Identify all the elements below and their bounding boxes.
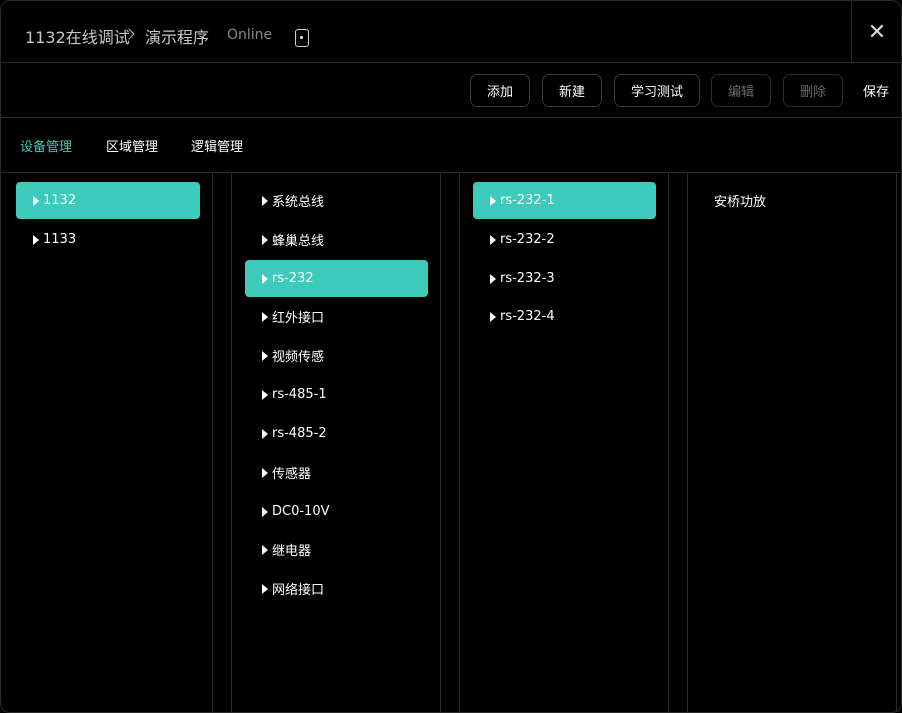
caret-right-icon — [262, 234, 268, 245]
interface-item[interactable]: 传感器 — [245, 454, 428, 491]
device-icon[interactable] — [295, 29, 309, 47]
caret-right-icon — [262, 350, 268, 361]
interface-item[interactable]: 视频传感 — [245, 337, 428, 374]
close-icon: ✕ — [867, 19, 887, 45]
interface-label: rs-232 — [272, 271, 314, 286]
caret-right-icon — [490, 234, 496, 245]
caret-right-icon — [490, 195, 496, 206]
interface-panel: 系统总线 蜂巢总线 rs-232 红外接口 视频传感 rs-485-1 rs-4… — [232, 173, 441, 712]
interface-label: 网络接口 — [272, 583, 325, 598]
caret-right-icon — [262, 195, 268, 206]
add-button[interactable]: 添加 — [470, 74, 530, 107]
panel-gap — [669, 173, 688, 712]
interface-item[interactable]: 红外接口 — [245, 298, 428, 335]
status-text: Online — [227, 27, 273, 43]
port-item[interactable]: rs-232-3 — [473, 260, 656, 297]
breadcrumb[interactable]: 1132在线调试 — [25, 24, 130, 48]
title-divider — [851, 1, 852, 63]
interface-label: 传感器 — [272, 467, 312, 482]
tab-area-management[interactable]: 区域管理 — [106, 136, 158, 155]
caret-right-icon — [262, 544, 268, 555]
close-button[interactable]: ✕ — [853, 1, 901, 63]
toolbar: 添加 新建 学习测试 编辑 删除 保存 — [1, 63, 901, 118]
panel-gap — [213, 173, 232, 712]
caret-right-icon — [262, 583, 268, 594]
interface-label: DC0-10V — [272, 504, 330, 519]
interface-label: rs-485-1 — [272, 387, 327, 402]
interface-item[interactable]: 蜂巢总线 — [245, 221, 428, 258]
interface-item[interactable]: DC0-10V — [245, 493, 428, 530]
port-device-item[interactable]: 安桥功放 — [714, 191, 766, 210]
tab-device-management[interactable]: 设备管理 — [20, 136, 72, 155]
port-item[interactable]: rs-232-1 — [473, 182, 656, 219]
debug-window: 1132在线调试 演示程序 Online ✕ 添加 新建 学习测试 编辑 删除 … — [0, 0, 902, 713]
port-panel: rs-232-1 rs-232-2 rs-232-3 rs-232-4 — [460, 173, 669, 712]
device-panel: 1132 1133 — [1, 173, 213, 712]
interface-label: 蜂巢总线 — [272, 234, 325, 249]
caret-right-icon — [262, 311, 268, 322]
panel-gap — [441, 173, 460, 712]
caret-right-icon — [490, 311, 496, 322]
device-item[interactable]: 1133 — [16, 221, 200, 258]
port-label: rs-232-4 — [500, 309, 555, 324]
caret-right-icon — [262, 428, 268, 439]
caret-right-icon — [262, 389, 268, 400]
edit-button[interactable]: 编辑 — [711, 74, 771, 107]
caret-right-icon — [262, 273, 268, 284]
port-device-panel: 安桥功放 — [688, 173, 897, 712]
learn-test-button[interactable]: 学习测试 — [614, 74, 700, 107]
caret-right-icon — [33, 195, 39, 206]
device-label: 1132 — [43, 193, 77, 208]
caret-right-icon — [262, 506, 268, 517]
interface-item[interactable]: rs-485-2 — [245, 415, 428, 452]
interface-item[interactable]: 网络接口 — [245, 570, 428, 607]
port-item[interactable]: rs-232-2 — [473, 221, 656, 258]
interface-item[interactable]: rs-232 — [245, 260, 428, 297]
tab-logic-management[interactable]: 逻辑管理 — [191, 136, 243, 155]
port-label: rs-232-1 — [500, 193, 555, 208]
program-name: 演示程序 — [145, 28, 210, 47]
title-bar: 1132在线调试 演示程序 Online ✕ — [1, 1, 901, 63]
interface-label: 红外接口 — [272, 311, 325, 326]
interface-item[interactable]: 继电器 — [245, 531, 428, 568]
interface-item[interactable]: rs-485-1 — [245, 376, 428, 413]
caret-right-icon — [490, 273, 496, 284]
tab-bar: 设备管理 区域管理 逻辑管理 — [1, 118, 901, 173]
caret-right-icon — [262, 467, 268, 478]
interface-label: rs-485-2 — [272, 426, 327, 441]
interface-item[interactable]: 系统总线 — [245, 182, 428, 219]
device-label: 1133 — [43, 232, 77, 247]
save-button[interactable]: 保存 — [853, 74, 899, 107]
interface-label: 系统总线 — [272, 195, 325, 210]
port-label: rs-232-3 — [500, 271, 555, 286]
interface-label: 继电器 — [272, 544, 312, 559]
interface-label: 视频传感 — [272, 350, 325, 365]
caret-right-icon — [33, 234, 39, 245]
delete-button[interactable]: 删除 — [783, 74, 843, 107]
port-item[interactable]: rs-232-4 — [473, 298, 656, 335]
port-label: rs-232-2 — [500, 232, 555, 247]
device-item[interactable]: 1132 — [16, 182, 200, 219]
new-button[interactable]: 新建 — [542, 74, 602, 107]
